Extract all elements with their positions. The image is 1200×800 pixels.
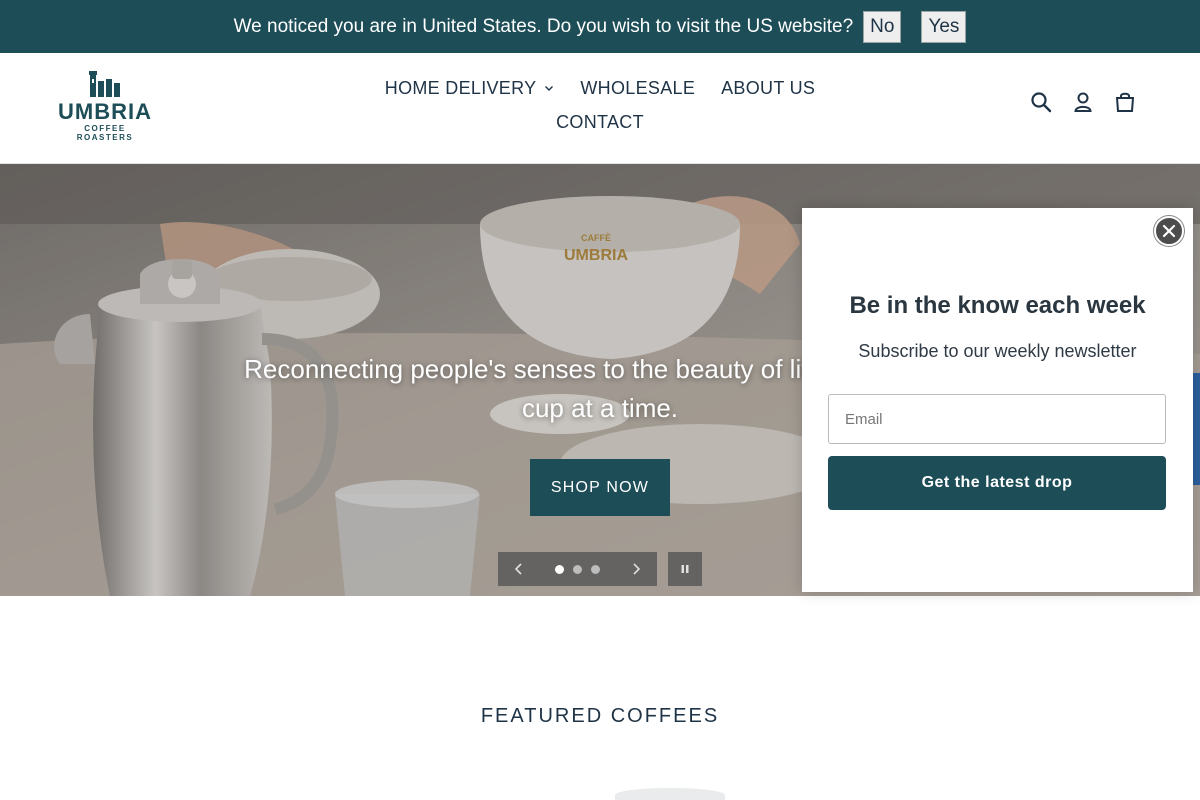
search-icon[interactable] [1030, 91, 1052, 113]
account-icon[interactable] [1072, 91, 1094, 113]
header-actions [1030, 91, 1136, 113]
chevron-down-icon [545, 86, 554, 91]
popup-title: Be in the know each week [849, 292, 1146, 319]
close-icon [1162, 224, 1176, 238]
newsletter-popup: Be in the know each week Subscribe to ou… [802, 208, 1193, 592]
featured-coffees-heading: FEATURED COFFEES [480, 705, 720, 727]
side-feedback-tab[interactable] [1192, 373, 1200, 485]
pause-slideshow-button[interactable] [668, 552, 702, 586]
slide-dots [555, 564, 600, 574]
geo-redirect-banner: We noticed you are in United States. Do … [0, 0, 1200, 53]
geo-banner-message: We noticed you are in United States. Do … [233, 15, 854, 37]
featured-product-image-peek [615, 788, 725, 800]
site-header: UMBRIA COFFEE ROASTERS HOME DELIVERY WHO… [0, 53, 1200, 164]
email-field[interactable] [828, 394, 1166, 444]
slide-dot-1[interactable] [555, 564, 564, 574]
nav-home-delivery[interactable]: HOME DELIVERY [385, 78, 555, 99]
subscribe-button[interactable]: Get the latest drop [828, 456, 1166, 510]
nav-contact[interactable]: CONTACT [556, 112, 644, 133]
shop-now-button[interactable]: SHOP NOW [530, 459, 670, 516]
logo-mark-icon [89, 71, 120, 97]
nav-home-delivery-label: HOME DELIVERY [384, 77, 537, 98]
geo-no-button[interactable]: No [863, 10, 902, 43]
slideshow-controls [498, 552, 657, 586]
cart-icon[interactable] [1114, 91, 1136, 113]
pause-icon [681, 565, 689, 573]
site-logo[interactable]: UMBRIA COFFEE ROASTERS [55, 71, 155, 142]
logo-wordmark: UMBRIA [58, 99, 152, 124]
chevron-right-icon[interactable] [629, 562, 643, 576]
geo-yes-button[interactable]: Yes [921, 10, 967, 43]
slide-dot-2[interactable] [573, 564, 582, 574]
popup-subtitle: Subscribe to our weekly newsletter [858, 341, 1137, 361]
nav-about-us[interactable]: ABOUT US [721, 78, 815, 99]
logo-tagline: COFFEE ROASTERS [76, 124, 134, 142]
close-popup-button[interactable] [1154, 216, 1184, 246]
slide-dot-3[interactable] [591, 564, 600, 574]
nav-wholesale[interactable]: WHOLESALE [580, 78, 695, 99]
chevron-left-icon[interactable] [512, 562, 526, 576]
main-nav: HOME DELIVERY WHOLESALE ABOUT US CONTACT [370, 71, 830, 139]
